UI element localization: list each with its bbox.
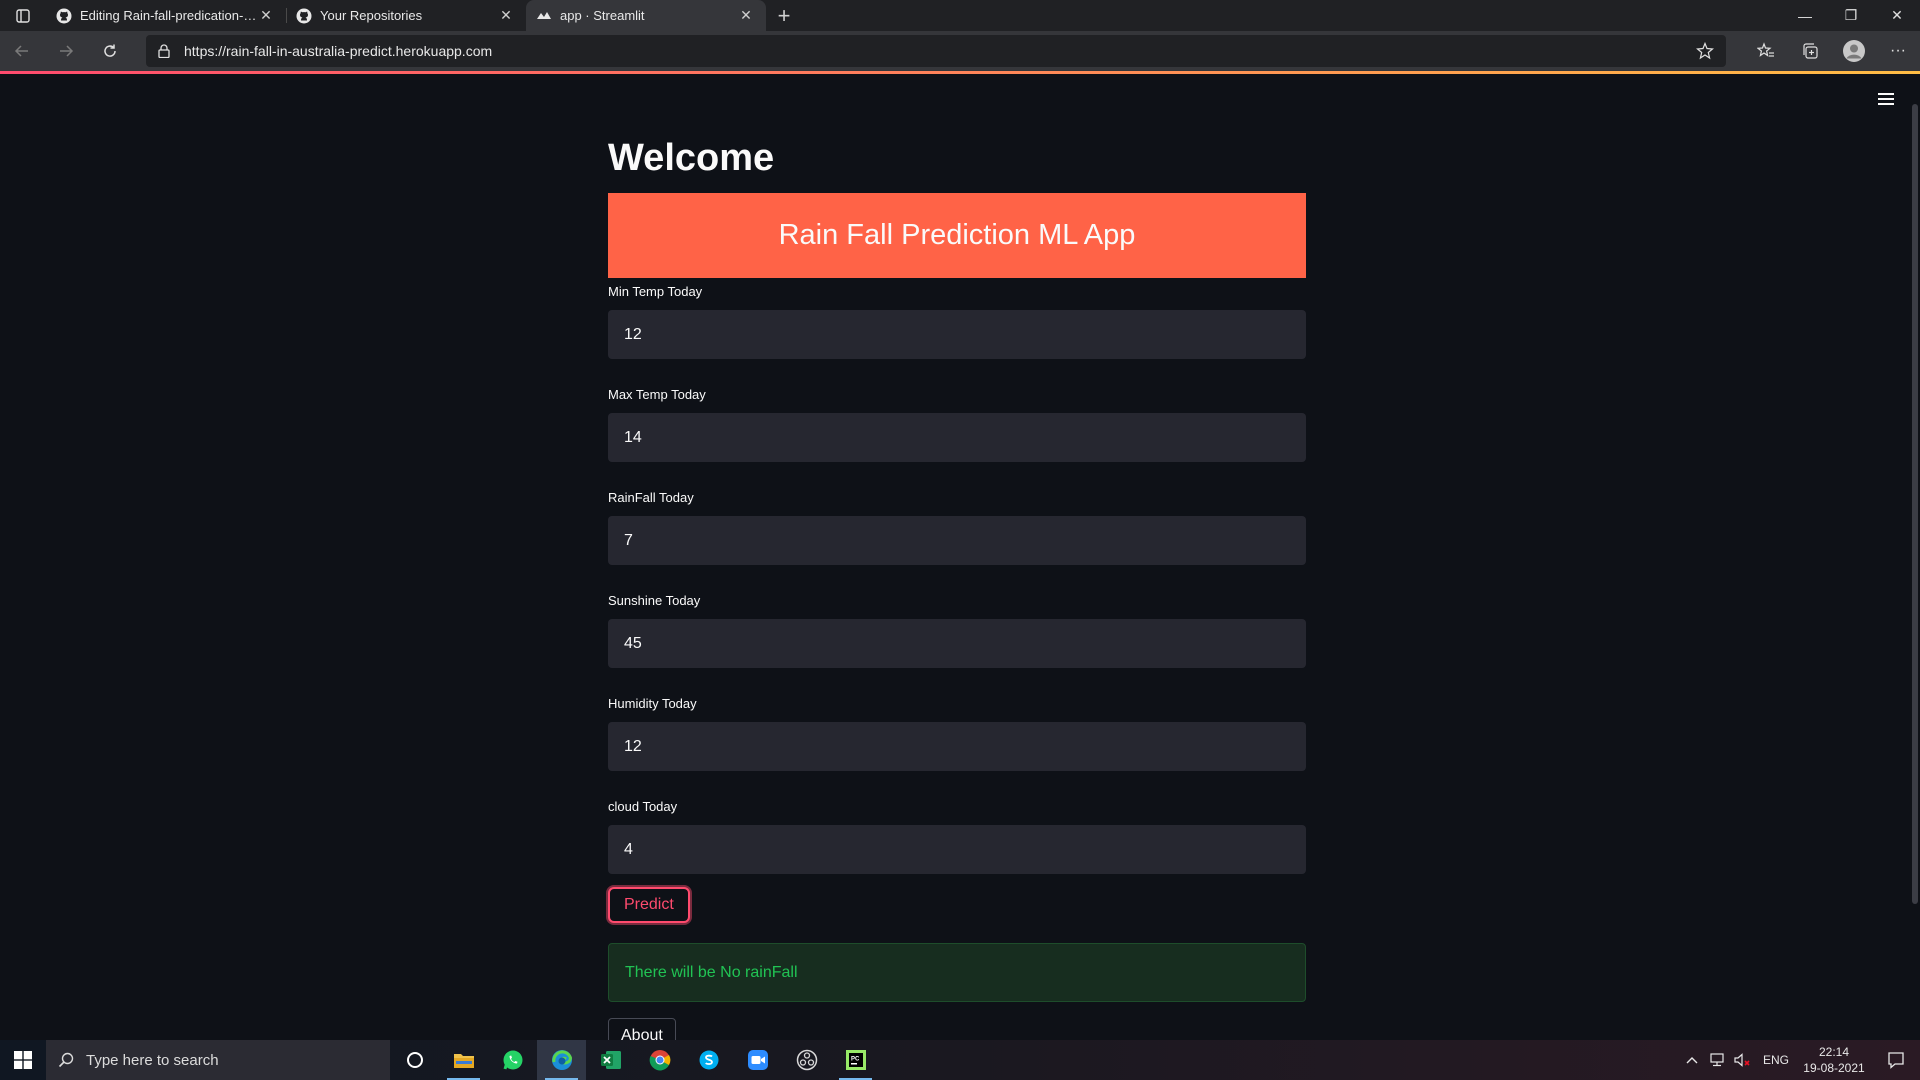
notification-center-icon[interactable]	[1872, 1051, 1920, 1069]
excel-icon[interactable]	[586, 1040, 635, 1080]
tab-title: app · Streamlit	[560, 8, 645, 23]
close-icon[interactable]: ✕	[738, 7, 754, 24]
taskbar-search-box[interactable]: Type here to search	[46, 1040, 390, 1080]
rainfall-label: RainFall Today	[608, 490, 694, 505]
volume-muted-icon[interactable]	[1730, 1053, 1756, 1067]
humidity-label: Humidity Today	[608, 696, 697, 711]
profile-avatar-icon[interactable]	[1832, 31, 1876, 71]
hamburger-menu-icon[interactable]	[1878, 92, 1894, 111]
clock-date: 19-08-2021	[1803, 1061, 1865, 1075]
app-banner: Rain Fall Prediction ML App	[608, 193, 1306, 278]
max-temp-group: Max Temp Today 14	[608, 387, 1306, 462]
max-temp-label: Max Temp Today	[608, 387, 706, 402]
address-bar: https://rain-fall-in-australia-predict.h…	[0, 31, 1920, 71]
clock-time: 22:14	[1818, 1045, 1850, 1059]
search-icon	[58, 1052, 74, 1068]
windows-start-icon[interactable]	[0, 1040, 46, 1080]
clock[interactable]: 22:14 19-08-2021	[1796, 1044, 1872, 1076]
github-icon	[56, 8, 72, 24]
browser-tab-editing[interactable]: Editing Rain-fall-predication-in-/ ✕	[46, 0, 286, 31]
page-scrollbar[interactable]	[1912, 104, 1918, 904]
predict-button[interactable]: Predict	[608, 887, 690, 923]
sunshine-group: Sunshine Today 45	[608, 593, 1306, 668]
browser-tab-repositories[interactable]: Your Repositories ✕	[286, 0, 526, 31]
page-title: Welcome	[608, 137, 775, 179]
tab-title: Editing Rain-fall-predication-in-/	[80, 8, 258, 23]
max-temp-input[interactable]: 14	[608, 413, 1306, 462]
pycharm-icon[interactable]: PC	[831, 1040, 880, 1080]
humidity-group: Humidity Today 12	[608, 696, 1306, 771]
cortana-icon[interactable]	[390, 1040, 439, 1080]
network-icon[interactable]	[1704, 1053, 1730, 1067]
show-hidden-icons-icon[interactable]	[1680, 1056, 1704, 1064]
url-text: https://rain-fall-in-australia-predict.h…	[184, 43, 493, 59]
main-content: Welcome Rain Fall Prediction ML App Min …	[608, 74, 1306, 1054]
streamlit-icon	[536, 8, 552, 24]
skype-icon[interactable]	[684, 1040, 733, 1080]
lock-icon[interactable]	[158, 44, 170, 58]
add-favorite-icon[interactable]	[1696, 41, 1714, 65]
min-temp-group: Min Temp Today 12	[608, 284, 1306, 359]
github-icon	[296, 8, 312, 24]
browser-tab-streamlit[interactable]: app · Streamlit ✕	[526, 0, 766, 31]
cloud-label: cloud Today	[608, 799, 678, 814]
restore-icon[interactable]: ❐	[1828, 0, 1874, 31]
chrome-icon[interactable]	[635, 1040, 684, 1080]
whatsapp-icon[interactable]	[488, 1040, 537, 1080]
favorites-icon[interactable]	[1744, 31, 1788, 71]
rainfall-input[interactable]: 7	[608, 516, 1306, 565]
prediction-result: There will be No rainFall	[608, 943, 1306, 1002]
tab-actions-icon[interactable]	[0, 0, 46, 31]
language-indicator[interactable]: ENG	[1756, 1053, 1796, 1067]
refresh-icon[interactable]	[88, 31, 132, 71]
zoom-icon[interactable]	[733, 1040, 782, 1080]
minimize-icon[interactable]: —	[1782, 0, 1828, 31]
obs-icon[interactable]	[782, 1040, 831, 1080]
edge-icon[interactable]	[537, 1040, 586, 1080]
system-tray: ENG 22:14 19-08-2021	[1680, 1040, 1920, 1080]
min-temp-label: Min Temp Today	[608, 284, 703, 299]
file-explorer-icon[interactable]	[439, 1040, 488, 1080]
window-controls: — ❐ ✕	[1782, 0, 1920, 31]
humidity-input[interactable]: 12	[608, 722, 1306, 771]
svg-text:PC: PC	[851, 1057, 860, 1063]
sunshine-input[interactable]: 45	[608, 619, 1306, 668]
new-tab-button[interactable]: +	[766, 0, 802, 31]
tab-title: Your Repositories	[320, 8, 423, 23]
app-page: Welcome Rain Fall Prediction ML App Min …	[0, 74, 1920, 1054]
browser-toolbar: ···	[1744, 31, 1920, 71]
collections-icon[interactable]	[1788, 31, 1832, 71]
close-icon[interactable]: ✕	[258, 7, 274, 24]
browser-tab-bar: Editing Rain-fall-predication-in-/ ✕ You…	[0, 0, 1920, 31]
sunshine-label: Sunshine Today	[608, 593, 701, 608]
cloud-group: cloud Today 4	[608, 799, 1306, 874]
cloud-input[interactable]: 4	[608, 825, 1306, 874]
forward-icon[interactable]	[44, 31, 88, 71]
url-field[interactable]: https://rain-fall-in-australia-predict.h…	[146, 35, 1726, 67]
window-close-icon[interactable]: ✕	[1874, 0, 1920, 31]
rainfall-group: RainFall Today 7	[608, 490, 1306, 565]
windows-taskbar: Type here to search PC ENG 22:14 19-08-2…	[0, 1040, 1920, 1080]
back-icon[interactable]	[0, 31, 44, 71]
close-icon[interactable]: ✕	[498, 7, 514, 24]
more-options-icon[interactable]: ···	[1876, 31, 1920, 71]
search-placeholder: Type here to search	[86, 1051, 219, 1069]
min-temp-input[interactable]: 12	[608, 310, 1306, 359]
